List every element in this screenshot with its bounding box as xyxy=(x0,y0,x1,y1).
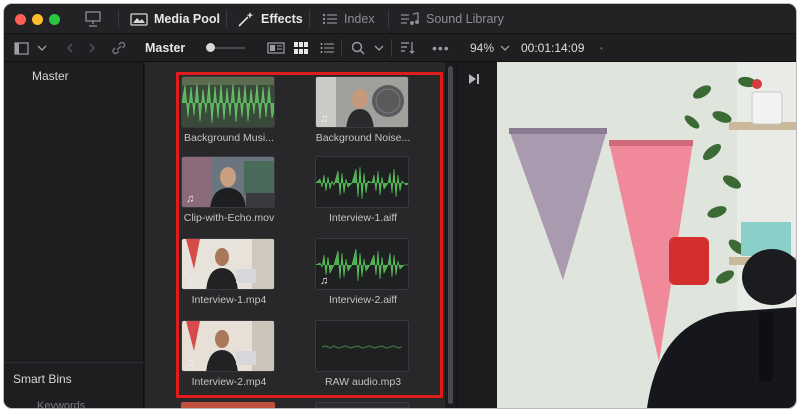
video-viewer[interactable] xyxy=(497,62,796,408)
sound-library-label: Sound Library xyxy=(426,12,504,26)
viewer-frame-image xyxy=(497,62,796,408)
effects-label: Effects xyxy=(261,12,303,26)
grid-scrollbar[interactable] xyxy=(445,62,457,408)
zoom-level[interactable]: 94% xyxy=(470,34,494,62)
close-window-button[interactable] xyxy=(15,14,26,25)
sound-library-icon xyxy=(401,12,419,25)
back-arrow-icon[interactable] xyxy=(66,34,74,62)
sound-library-tab[interactable]: Sound Library xyxy=(400,4,504,34)
bin-list-toggle-icon[interactable] xyxy=(14,34,30,62)
scrollbar-thumb[interactable] xyxy=(448,66,453,404)
media-pool-toolbar: Master ••• 94% 00:01:14:09 • xyxy=(4,34,796,62)
timecode-display[interactable]: 00:01:14:09 xyxy=(521,34,584,62)
bin-item-master[interactable]: Master xyxy=(4,66,144,86)
clip-thumbnail-partial[interactable] xyxy=(181,402,275,408)
media-pool-icon xyxy=(130,12,148,26)
chevron-down-icon[interactable] xyxy=(37,34,47,62)
smart-bins-header[interactable]: Smart Bins xyxy=(13,372,72,386)
zoom-chevron-icon[interactable] xyxy=(500,34,510,62)
thumbnail-size-knob[interactable] xyxy=(206,43,215,52)
forward-arrow-icon[interactable] xyxy=(88,34,96,62)
index-list-icon xyxy=(322,13,337,25)
zoom-window-button[interactable] xyxy=(49,14,60,25)
link-icon[interactable] xyxy=(111,34,127,62)
minimize-window-button[interactable] xyxy=(32,14,43,25)
bin-divider xyxy=(4,362,144,363)
highlight-outline xyxy=(176,72,443,398)
index-tab[interactable]: Index xyxy=(322,4,375,34)
bin-list-panel: Master Smart Bins Keywords xyxy=(4,62,144,408)
effects-tab[interactable]: Effects xyxy=(237,4,303,34)
more-options-icon[interactable]: ••• xyxy=(432,34,450,62)
app-window: Media Pool Effects Index Sound Library M… xyxy=(4,4,796,408)
thumbnail-view-icon[interactable] xyxy=(294,34,308,62)
presentation-icon[interactable] xyxy=(84,4,102,34)
viewer-side-strip xyxy=(457,62,497,408)
list-view-icon[interactable] xyxy=(320,34,334,62)
clip-thumbnail-partial[interactable] xyxy=(315,402,409,408)
media-pool-label: Media Pool xyxy=(154,12,220,26)
media-pool-tab[interactable]: Media Pool xyxy=(130,4,220,34)
current-bin-name: Master xyxy=(145,41,186,55)
metadata-view-icon[interactable] xyxy=(267,34,285,62)
smart-bin-keywords[interactable]: Keywords xyxy=(37,400,85,408)
timecode-options-icon[interactable]: • xyxy=(600,34,603,62)
play-to-end-icon[interactable] xyxy=(468,72,480,90)
top-bar: Media Pool Effects Index Sound Library xyxy=(4,4,796,34)
search-icon[interactable] xyxy=(351,34,365,62)
index-label: Index xyxy=(344,12,375,26)
search-options-chevron-icon[interactable] xyxy=(374,34,384,62)
sort-icon[interactable] xyxy=(400,34,416,62)
effects-wand-icon xyxy=(238,12,254,27)
